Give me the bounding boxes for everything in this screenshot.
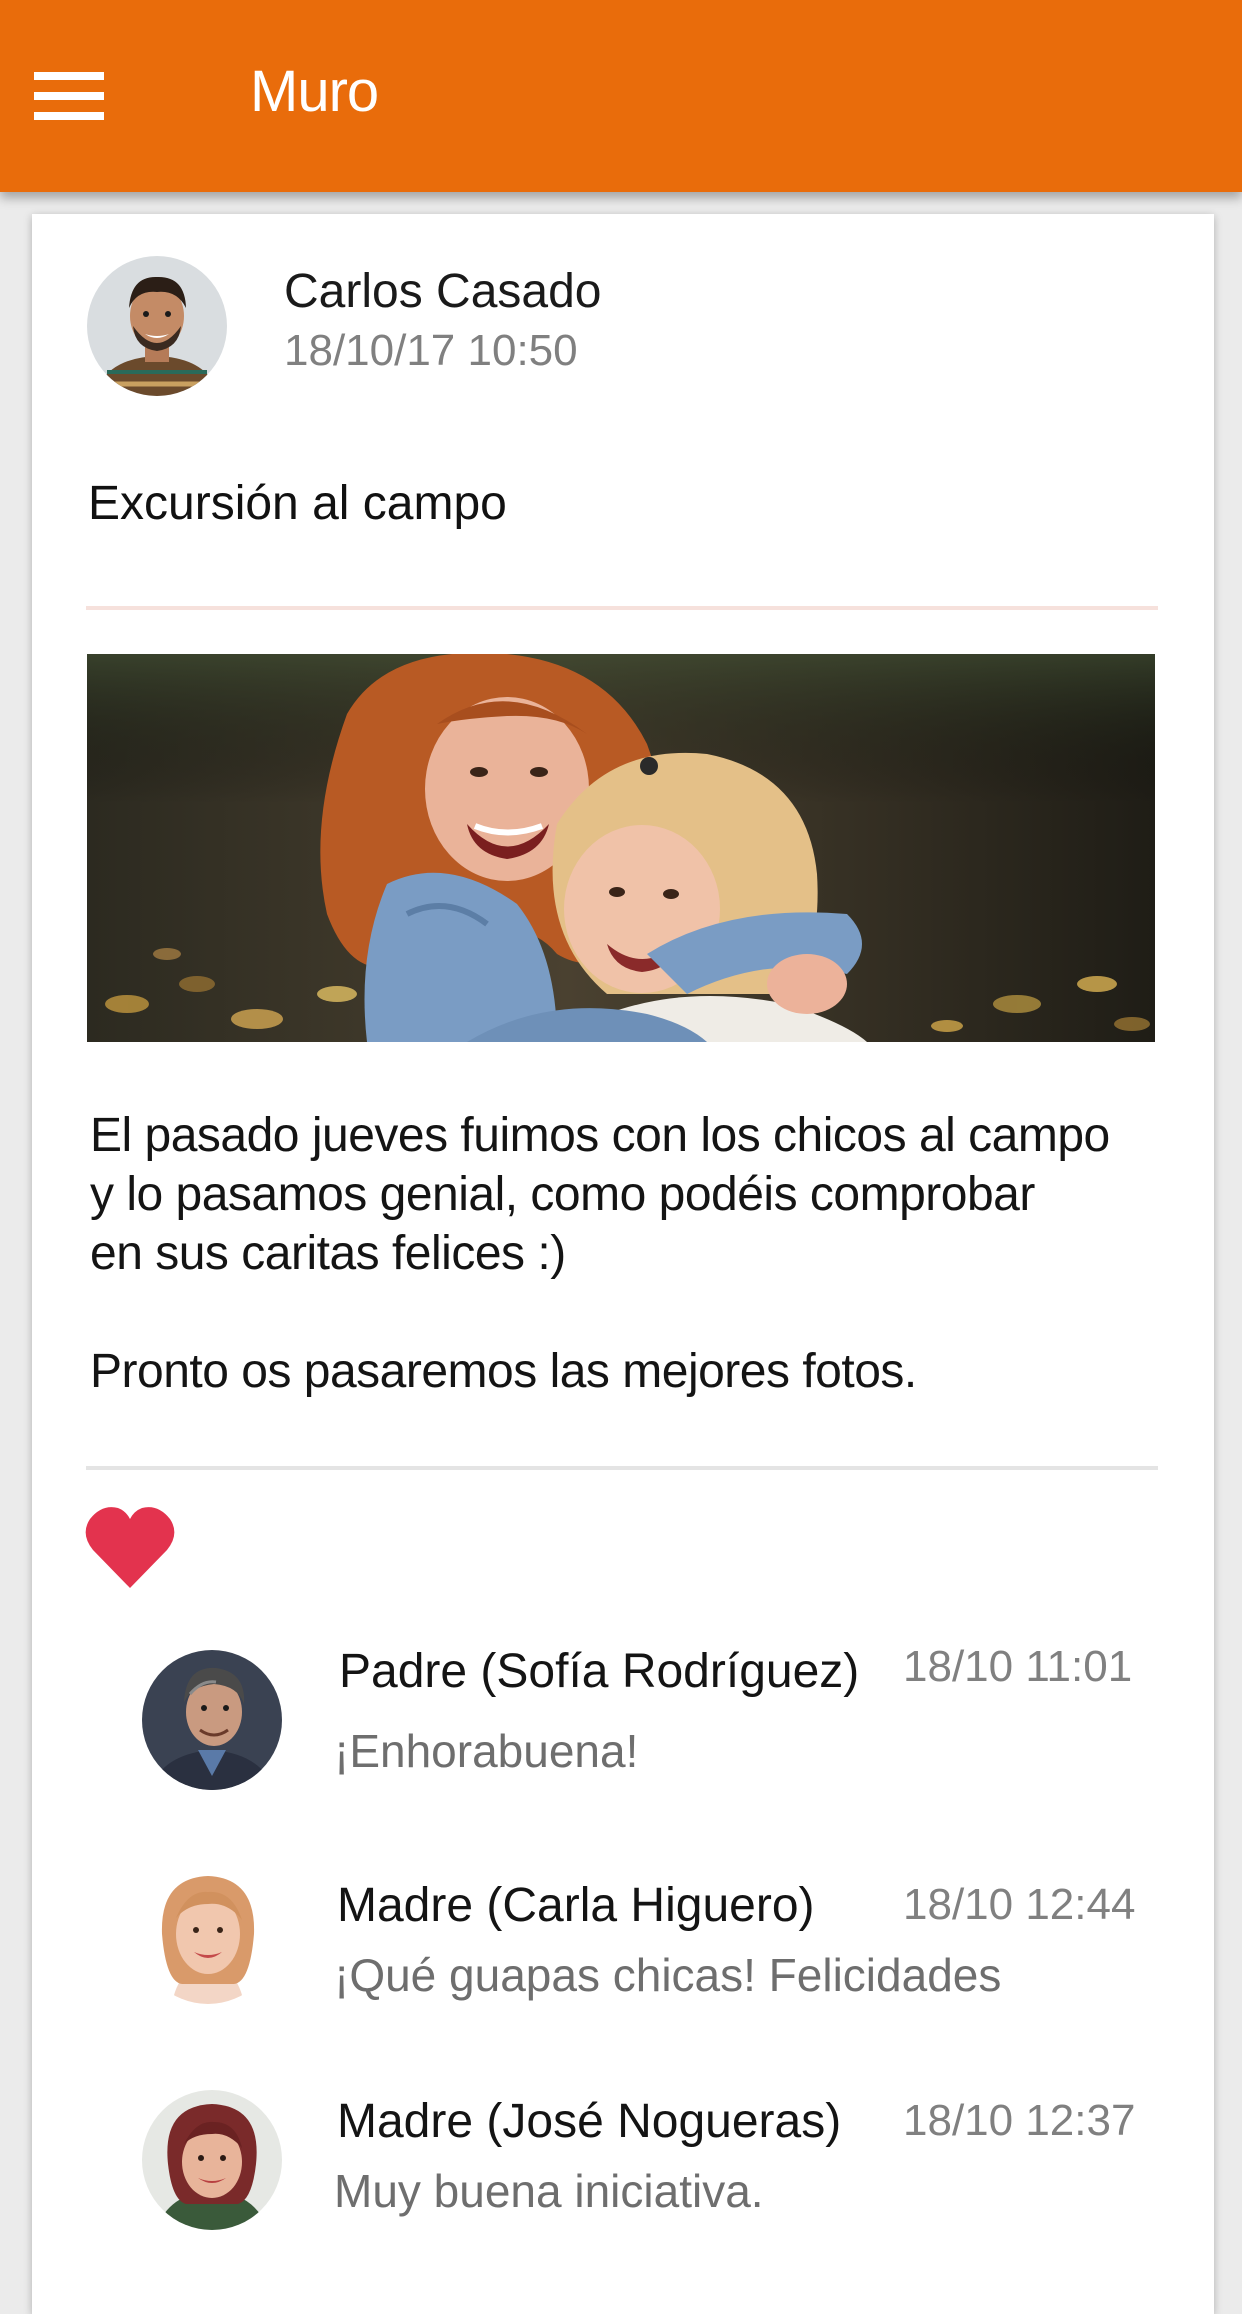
post-body-line: Pronto os pasaremos las mejores fotos.	[90, 1345, 917, 1398]
post-card: Carlos Casado 18/10/17 10:50 Excursión a…	[32, 214, 1214, 2314]
commenter-avatar[interactable]	[138, 1864, 278, 2004]
heart-icon[interactable]	[84, 1504, 176, 1590]
post-body: El pasado jueves fuimos con los chicos a…	[90, 1106, 1170, 1401]
divider	[86, 1466, 1158, 1470]
post-body-line: y lo pasamos genial, como podéis comprob…	[90, 1168, 1035, 1221]
divider	[86, 606, 1158, 610]
page-title: Muro	[250, 59, 379, 124]
commenter-avatar[interactable]	[142, 2090, 282, 2230]
comment-text: ¡Enhorabuena!	[334, 1725, 639, 1777]
commenter-name: Madre (Carla Higuero)	[337, 1879, 815, 1932]
post-author-name[interactable]: Carlos Casado	[284, 264, 601, 319]
commenter-name: Padre (Sofía Rodríguez)	[339, 1645, 860, 1698]
hamburger-menu-icon[interactable]	[24, 54, 114, 138]
post-timestamp: 18/10/17 10:50	[284, 326, 578, 375]
comment-timestamp: 18/10 12:37	[903, 2096, 1136, 2145]
comment-text: Muy buena iniciativa.	[334, 2165, 764, 2217]
author-avatar[interactable]	[87, 256, 227, 396]
commenter-avatar[interactable]	[142, 1650, 282, 1790]
post-body-line: en sus caritas felices :)	[90, 1227, 566, 1280]
post-body-line: El pasado jueves fuimos con los chicos a…	[90, 1109, 1110, 1162]
comment-timestamp: 18/10 11:01	[903, 1642, 1133, 1691]
app-bar: Muro	[0, 0, 1242, 192]
post-photo[interactable]	[87, 654, 1155, 1042]
comment-timestamp: 18/10 12:44	[903, 1880, 1136, 1929]
comment-text: ¡Qué guapas chicas! Felicidades	[334, 1949, 1002, 2001]
commenter-name: Madre (José Nogueras)	[337, 2095, 842, 2148]
post-title: Excursión al campo	[88, 477, 507, 530]
